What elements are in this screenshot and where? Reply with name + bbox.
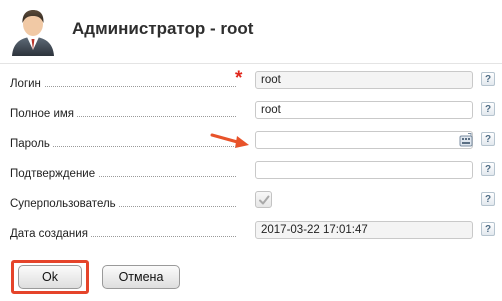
row-created: Дата создания ?	[0, 220, 502, 242]
row-superuser: Суперпользователь ?	[0, 190, 502, 212]
created-date-field[interactable]	[255, 221, 473, 239]
required-star-icon: *	[235, 68, 243, 89]
password-label: Пароль	[10, 138, 53, 150]
cancel-button[interactable]: Отмена	[102, 265, 180, 289]
confirm-password-field[interactable]	[255, 161, 473, 179]
help-icon[interactable]: ?	[481, 132, 495, 146]
fullname-label: Полное имя	[10, 108, 78, 120]
ok-button[interactable]: Ok	[18, 265, 82, 289]
row-fullname: Полное имя ?	[0, 100, 502, 122]
confirm-label: Подтверждение	[10, 168, 99, 180]
password-field[interactable]	[255, 131, 473, 149]
help-icon[interactable]: ?	[481, 72, 495, 86]
page-header: Администратор - root	[0, 0, 502, 62]
virtual-keyboard-icon[interactable]	[459, 133, 473, 147]
created-label: Дата создания	[10, 228, 91, 240]
help-icon[interactable]: ?	[481, 192, 495, 206]
page-title: Администратор - root	[72, 19, 254, 38]
header-divider	[0, 63, 502, 64]
help-icon[interactable]: ?	[481, 222, 495, 236]
row-login: Логин * ?	[0, 68, 502, 92]
help-icon[interactable]: ?	[481, 102, 495, 116]
user-avatar-icon	[12, 10, 54, 56]
fullname-field[interactable]	[255, 101, 473, 119]
row-password: Пароль ?	[0, 130, 502, 152]
login-label: Логин	[10, 78, 44, 90]
login-field[interactable]	[255, 71, 473, 89]
superuser-label: Суперпользователь	[10, 198, 119, 210]
row-confirm: Подтверждение ?	[0, 160, 502, 182]
superuser-checkbox[interactable]	[255, 191, 272, 208]
checkmark-icon	[259, 195, 270, 205]
help-icon[interactable]: ?	[481, 162, 495, 176]
